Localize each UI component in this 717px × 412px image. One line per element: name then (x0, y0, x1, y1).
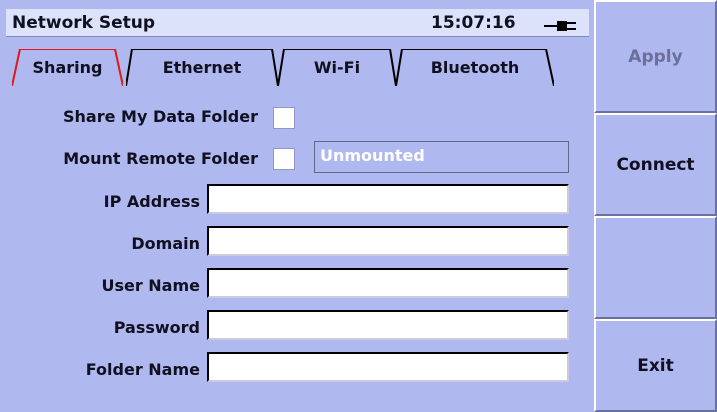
tab-bluetooth[interactable]: Bluetooth (396, 49, 554, 86)
connect-button[interactable]: Connect (594, 113, 717, 216)
softkey-panel: Apply Connect Exit (594, 0, 717, 412)
mount-folder-checkbox[interactable] (273, 148, 295, 170)
domain-label: Domain (131, 234, 200, 253)
tab-label: Bluetooth (430, 58, 520, 77)
folder-name-field[interactable] (207, 352, 569, 382)
share-folder-checkbox[interactable] (273, 107, 295, 129)
apply-button[interactable]: Apply (594, 0, 717, 113)
tab-label: Wi-Fi (313, 58, 361, 77)
tab-label: Ethernet (162, 58, 242, 77)
tab-sharing[interactable]: Sharing (12, 49, 123, 86)
ip-address-label: IP Address (103, 192, 200, 211)
tab-bar: Sharing Ethernet Wi-Fi Bluetooth (6, 40, 589, 88)
tab-label: Sharing (32, 58, 103, 77)
share-folder-label: Share My Data Folder (63, 107, 258, 126)
exit-button[interactable]: Exit (594, 319, 717, 412)
user-name-label: User Name (101, 276, 200, 295)
password-label: Password (113, 318, 200, 337)
ip-address-field[interactable] (207, 184, 569, 214)
window-title: Network Setup (12, 13, 156, 33)
main-panel: Network Setup 15:07:16 Sharing Ethernet (0, 0, 594, 412)
folder-name-label: Folder Name (85, 360, 200, 379)
password-field[interactable] (207, 310, 569, 340)
tab-ethernet[interactable]: Ethernet (126, 49, 278, 86)
domain-field[interactable] (207, 226, 569, 256)
mount-status-field: Unmounted (314, 141, 569, 173)
mount-folder-label: Mount Remote Folder (63, 149, 258, 168)
tab-wifi[interactable]: Wi-Fi (278, 49, 396, 86)
clock: 15:07:16 (431, 13, 516, 33)
blank-softkey[interactable] (594, 216, 717, 319)
user-name-field[interactable] (207, 268, 569, 298)
title-bar: Network Setup 15:07:16 (6, 9, 589, 37)
plug-icon (544, 21, 576, 31)
